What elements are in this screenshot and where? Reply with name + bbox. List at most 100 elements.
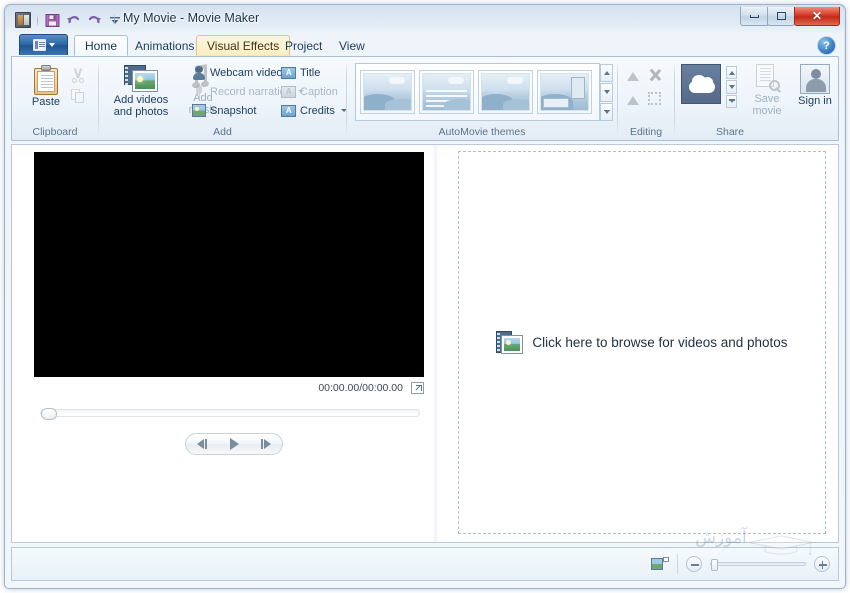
arrow-down-icon	[603, 90, 610, 95]
storyboard-view-icon[interactable]	[651, 556, 669, 572]
redo-button[interactable]	[85, 11, 103, 29]
cut-button[interactable]	[70, 67, 86, 83]
gallery-scrollbar[interactable]	[600, 64, 613, 121]
group-label-automovie-themes: AutoMovie themes	[438, 126, 526, 138]
ribbon: Paste Clipboard Add videos and photos Ad…	[11, 56, 839, 141]
previous-frame-button[interactable]	[188, 435, 216, 453]
quick-access-toolbar	[14, 11, 124, 29]
customize-qat-button[interactable]	[106, 11, 124, 29]
group-label-editing: Editing	[629, 126, 663, 138]
tab-project[interactable]: Project	[274, 36, 333, 55]
share-scroll-down-button[interactable]	[726, 80, 737, 94]
scissors-icon	[70, 67, 86, 83]
zoom-thumb[interactable]	[711, 559, 718, 571]
scroll-up-button[interactable]	[600, 64, 613, 83]
undo-button[interactable]	[64, 11, 82, 29]
close-button[interactable]: ✕	[794, 7, 840, 26]
onedrive-button[interactable]	[681, 64, 737, 110]
theme-contemporary[interactable]	[419, 70, 474, 114]
caption-label: Caption	[300, 85, 338, 98]
sign-in-button[interactable]: Sign in	[795, 64, 835, 108]
frame-bar	[260, 439, 263, 449]
select-button[interactable]	[646, 91, 664, 107]
record-narration-label: Record narration	[210, 85, 292, 98]
timecode-row: 00:00.00/00:00.00	[12, 382, 424, 394]
sign-in-label: Sign in	[798, 95, 832, 107]
save-movie-icon	[754, 64, 780, 92]
remove-x-icon	[646, 67, 664, 83]
webcam-video-label: Webcam video	[210, 66, 283, 79]
clipboard-icon	[33, 65, 59, 95]
tab-home[interactable]: Home	[74, 35, 129, 56]
minimize-button[interactable]	[740, 7, 768, 26]
file-menu-icon	[32, 39, 46, 51]
zoom-slider[interactable]	[710, 559, 806, 571]
fade-in-icon	[624, 67, 642, 83]
webcam-icon	[192, 65, 206, 80]
arrow-down-icon	[728, 84, 735, 89]
webcam-video-button[interactable]: Webcam video	[192, 64, 283, 81]
play-button[interactable]	[220, 435, 248, 453]
status-bar-right	[651, 548, 830, 580]
group-label-clipboard: Clipboard	[32, 126, 78, 138]
storyboard-dropzone[interactable]: Click here to browse for videos and phot…	[458, 151, 826, 534]
snapshot-button[interactable]: Snapshot	[192, 102, 256, 119]
undo-arrow-icon	[66, 16, 79, 24]
share-scrollbar[interactable]	[726, 66, 737, 108]
seek-slider[interactable]	[40, 408, 420, 420]
gallery-more-button[interactable]	[600, 102, 613, 121]
redo-arrow-icon	[88, 16, 101, 24]
caption-button[interactable]: A Caption	[281, 83, 338, 100]
add-videos-and-photos-button[interactable]: Add videos and photos	[106, 63, 176, 118]
theme-fade[interactable]	[537, 70, 592, 114]
fullscreen-button[interactable]	[411, 382, 424, 394]
save-button[interactable]	[43, 11, 61, 29]
next-frame-button[interactable]	[252, 435, 280, 453]
play-icon	[229, 438, 239, 450]
zoom-in-button[interactable]	[814, 556, 830, 572]
add-videos-and-photos-label: Add videos and photos	[113, 94, 169, 118]
fade-out-button[interactable]	[624, 91, 642, 107]
help-icon[interactable]: ?	[817, 36, 836, 55]
cloud-icon	[681, 64, 721, 104]
snapshot-label: Snapshot	[210, 104, 257, 117]
credits-button[interactable]: A Credits	[281, 102, 347, 119]
transport-controls	[185, 433, 283, 455]
file-menu-tab[interactable]	[19, 34, 68, 55]
restore-button[interactable]	[767, 7, 795, 26]
share-more-button[interactable]	[726, 94, 737, 108]
paste-button[interactable]: Paste	[24, 65, 68, 109]
video-preview-surface[interactable]	[34, 152, 424, 377]
close-icon: ✕	[811, 9, 823, 23]
fade-out-icon	[624, 91, 642, 107]
title-label: Title	[300, 66, 321, 79]
credits-text-icon: A	[281, 104, 296, 117]
ribbon-group-editing: Editing	[618, 57, 674, 140]
scroll-down-button[interactable]	[600, 83, 613, 102]
ribbon-group-clipboard: Paste Clipboard	[12, 57, 98, 140]
theme-no-theme[interactable]	[360, 70, 415, 114]
copy-button[interactable]	[70, 88, 86, 104]
remove-button[interactable]	[646, 67, 664, 83]
save-movie-button[interactable]: Save movie	[743, 64, 791, 117]
automovie-themes-gallery[interactable]	[355, 63, 600, 121]
group-label-share: Share	[715, 126, 745, 138]
ribbon-tab-strip: Home Animations Visual Effects Project V…	[6, 34, 844, 56]
window-controls: ✕	[740, 7, 840, 26]
chevron-down-icon	[48, 43, 55, 47]
zoom-out-button[interactable]	[686, 556, 702, 572]
fade-in-button[interactable]	[624, 67, 642, 83]
microphone-icon	[192, 84, 206, 99]
arrow-up-icon	[728, 70, 735, 75]
seek-handle[interactable]	[41, 408, 57, 420]
share-scroll-up-button[interactable]	[726, 66, 737, 80]
status-bar	[11, 547, 839, 581]
select-crop-icon	[646, 91, 664, 107]
tab-view[interactable]: View	[328, 36, 376, 55]
theme-cinematic[interactable]	[478, 70, 533, 114]
window-title: My Movie - Movie Maker	[123, 11, 260, 25]
next-frame-icon	[264, 439, 272, 449]
tab-animations[interactable]: Animations	[124, 36, 205, 55]
app-menu-button[interactable]	[14, 11, 32, 29]
title-button[interactable]: A Title	[281, 64, 320, 81]
